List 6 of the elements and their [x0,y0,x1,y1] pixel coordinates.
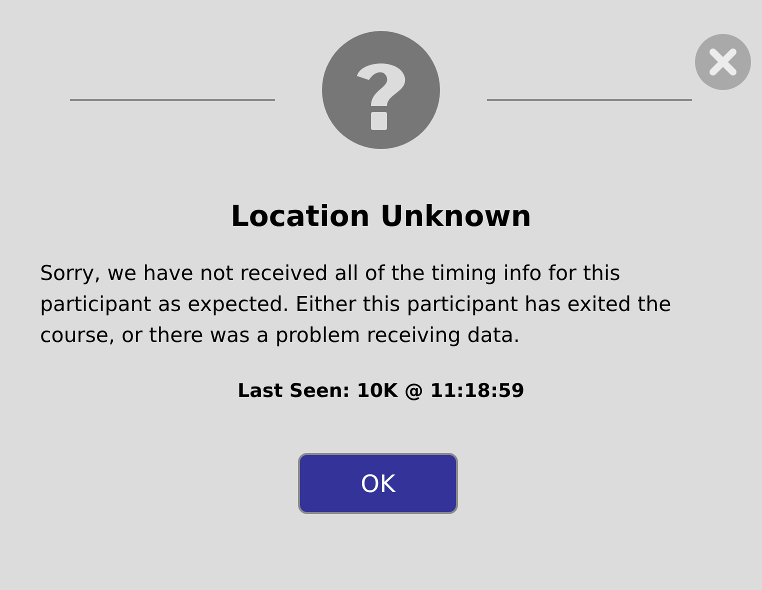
question-icon [321,30,441,150]
ok-button[interactable]: OK [298,453,458,514]
close-icon [708,47,738,77]
dialog-title: Location Unknown [229,198,533,235]
last-seen-text: Last Seen: 10K @ 11:18:59 [236,379,526,404]
dialog-message: Sorry, we have not received all of the timing info for this participant as expected. Either this participant has exited the course, or there was a problem receiving data. [40,260,672,349]
